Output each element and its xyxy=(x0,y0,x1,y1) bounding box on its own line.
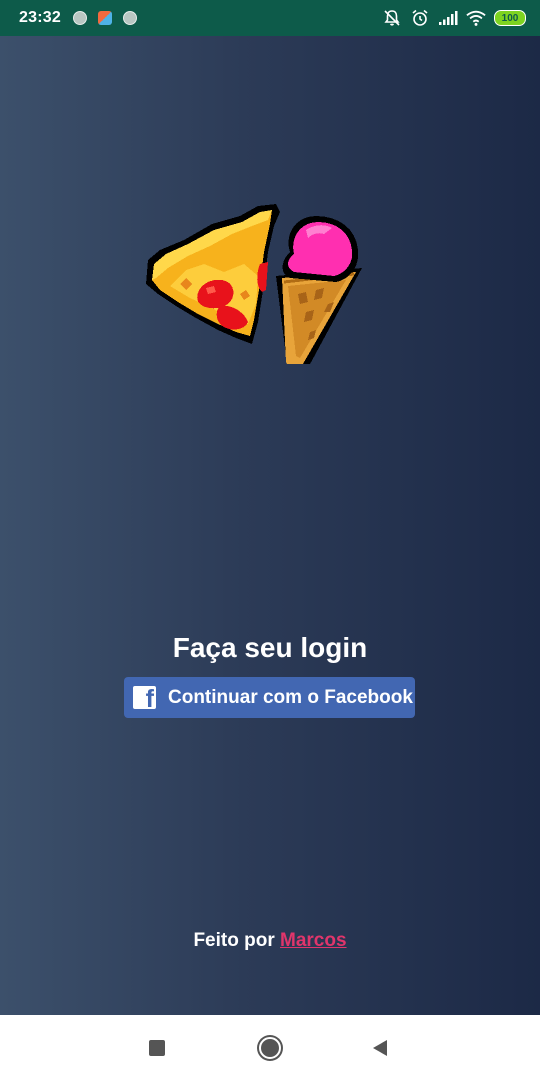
login-title: Faça seu login xyxy=(172,632,368,663)
system-icons: 100 xyxy=(382,8,526,28)
notification-dot-icon xyxy=(122,11,137,25)
navigation-bar xyxy=(0,1015,540,1080)
recents-button[interactable] xyxy=(147,1038,167,1058)
battery-icon: 100 xyxy=(494,10,526,26)
facebook-icon: f xyxy=(133,686,156,709)
facebook-button-label: Continuar com o Facebook xyxy=(168,686,413,708)
home-icon xyxy=(259,1037,281,1059)
login-screen: Faça seu login f Continuar com o Faceboo… xyxy=(0,36,540,1015)
pizza-slice-icon xyxy=(146,204,280,344)
back-icon xyxy=(373,1040,387,1056)
app-logo xyxy=(146,204,362,364)
facebook-login-button[interactable]: f Continuar com o Facebook xyxy=(124,677,415,718)
notification-dot-icon xyxy=(72,11,87,25)
app-notification-icon xyxy=(97,11,112,25)
status-time: 23:32 xyxy=(19,9,61,26)
recents-icon xyxy=(149,1040,165,1056)
signal-icon xyxy=(438,8,458,28)
ice-cream-cone-icon xyxy=(276,216,362,364)
mute-icon xyxy=(382,8,402,28)
footer-prefix: Feito por xyxy=(193,930,275,951)
notification-icons xyxy=(72,11,137,25)
wifi-icon xyxy=(466,8,486,28)
status-bar: 23:32 100 xyxy=(0,0,540,36)
alarm-icon xyxy=(410,8,430,28)
home-button[interactable] xyxy=(256,1034,284,1062)
author-link[interactable]: Marcos xyxy=(280,930,347,951)
footer-credit: Feito por Marcos xyxy=(0,930,540,952)
back-button[interactable] xyxy=(369,1037,391,1059)
